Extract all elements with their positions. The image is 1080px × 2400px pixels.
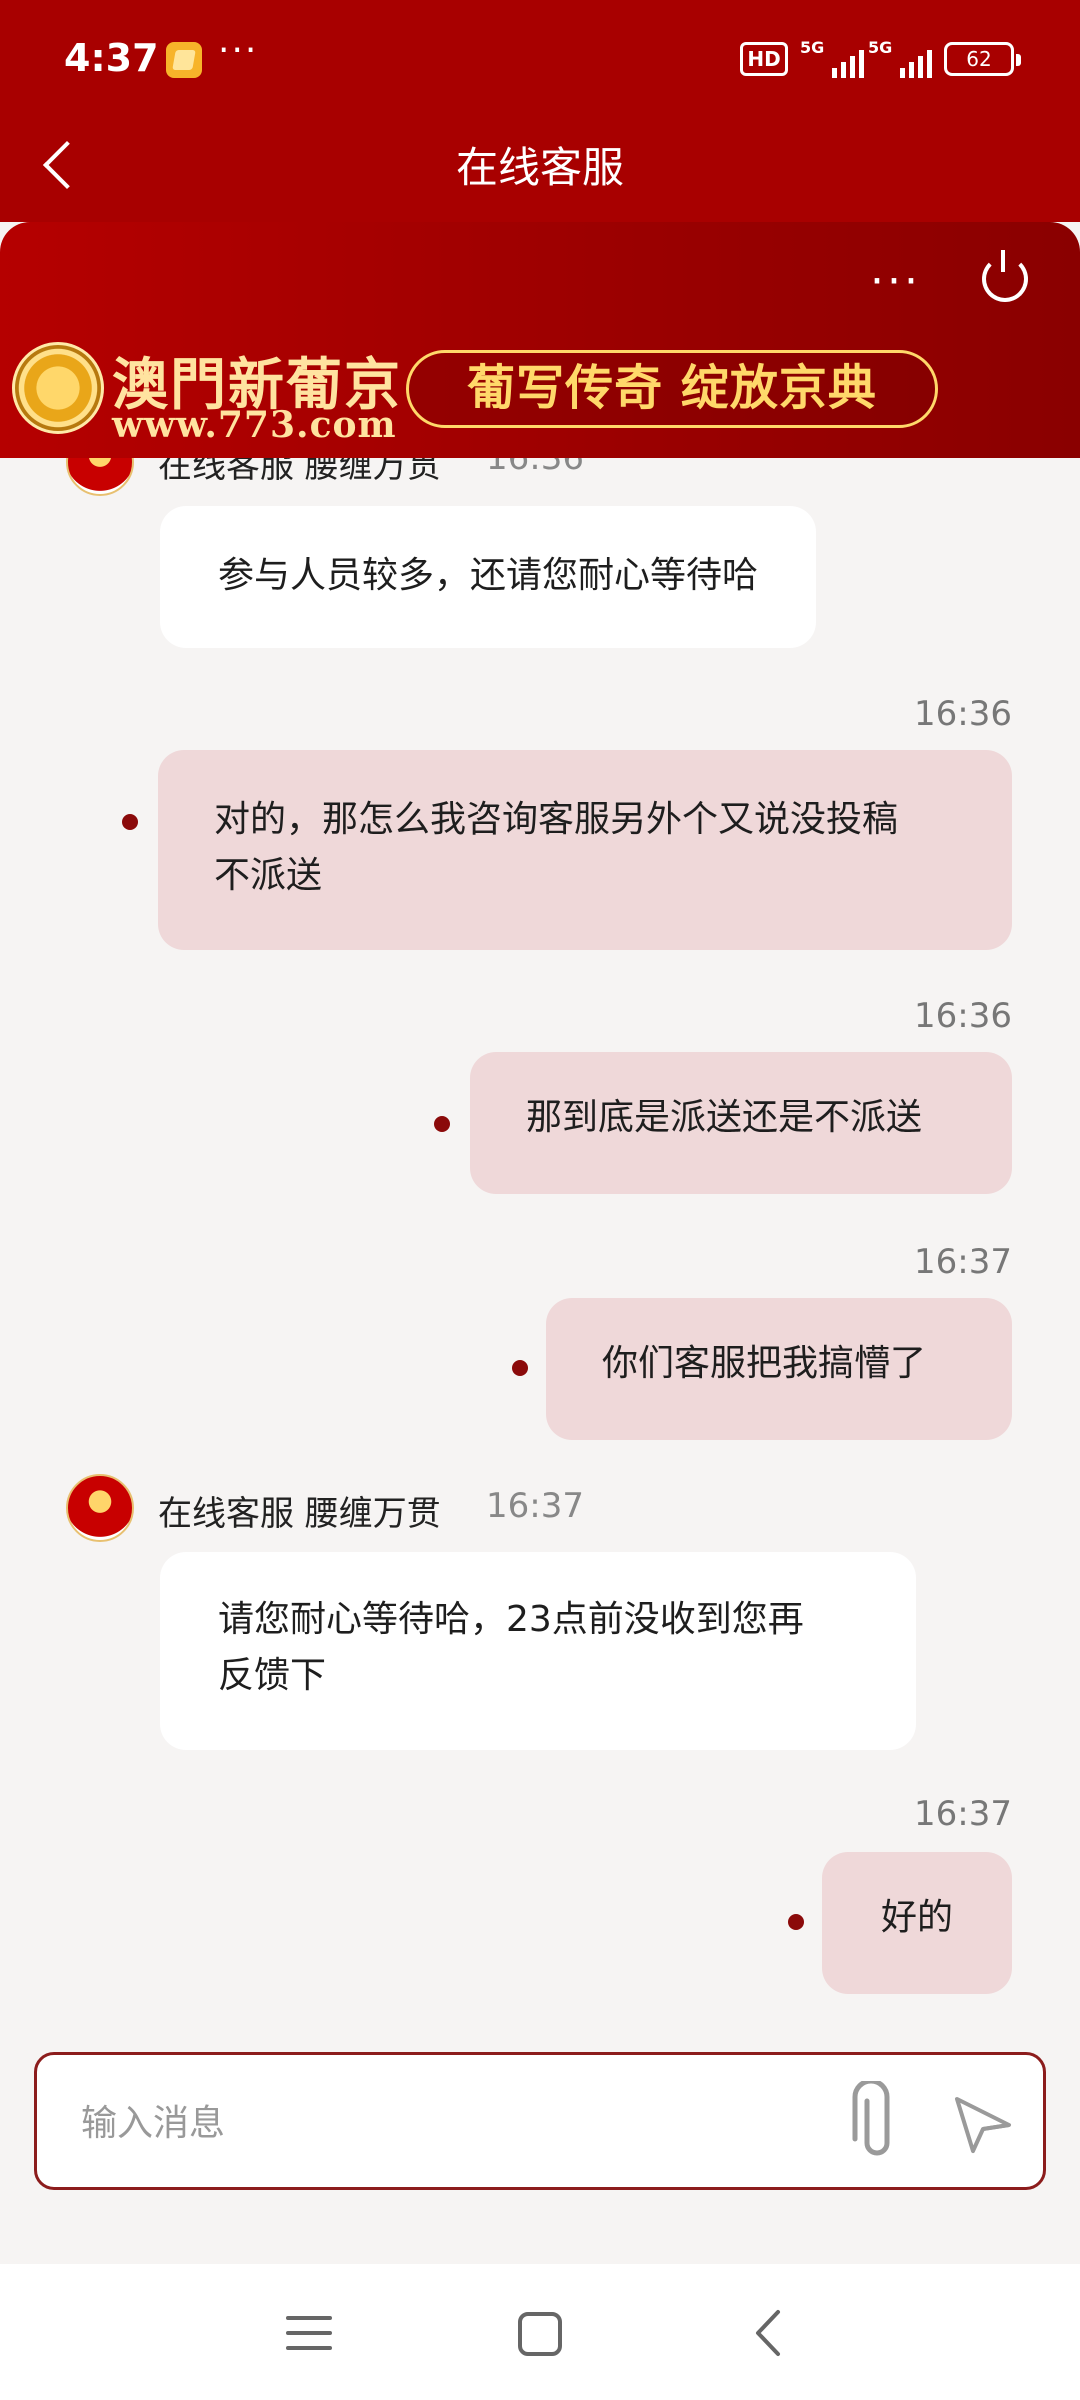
signal-5g-icon: 5G (868, 38, 932, 78)
message-text: 好的 (880, 1897, 953, 1938)
message-time: 16:37 (486, 1486, 584, 1526)
message-text: 你们客服把我搞懵了 (602, 1343, 927, 1384)
signal-label: 5G (868, 38, 893, 57)
message-composer (34, 2052, 1046, 2190)
message-text: 不派送 (214, 855, 323, 896)
message-text: 参与人员较多，还请您耐心等待哈 (218, 555, 759, 596)
signal-5g-icon: 5G (800, 38, 864, 78)
incoming-message: 请您耐心等待哈，23点前没收到您再 反馈下 (160, 1552, 916, 1750)
message-time: 16:36 (486, 458, 584, 478)
hd-voice-icon: HD (740, 42, 788, 76)
read-status-dot (122, 814, 138, 830)
notes-app-icon (166, 42, 202, 78)
agent-avatar (66, 1474, 134, 1542)
app-header: 4:37 ··· HD 5G 5G 62 在线客服 (0, 0, 1080, 222)
incoming-message: 参与人员较多，还请您耐心等待哈 (160, 506, 817, 648)
brand-logo (12, 342, 104, 434)
status-bar: 4:37 ··· HD 5G 5G 62 (0, 0, 1080, 118)
message-time: 16:37 (914, 1242, 1012, 1282)
page-title: 在线客服 (455, 143, 624, 192)
chat-message-list[interactable]: 在线客服 腰缠万贯 16:36 参与人员较多，还请您耐心等待哈 16:36 对的… (0, 458, 1080, 1998)
message-text: 对的，那怎么我咨询客服另外个又说没投稿 (214, 799, 899, 840)
signal-label: 5G (800, 38, 825, 57)
read-status-dot (788, 1914, 804, 1930)
system-nav-bar (0, 2264, 1080, 2400)
outgoing-message: 那到底是派送还是不派送 (470, 1052, 1012, 1194)
power-icon[interactable] (982, 250, 1028, 302)
message-text: 反馈下 (218, 1655, 327, 1696)
paperclip-icon[interactable] (837, 2078, 917, 2165)
send-icon[interactable] (943, 2085, 1021, 2163)
status-time: 4:37 (64, 36, 159, 80)
message-time: 16:36 (914, 996, 1012, 1036)
promo-banner: ··· 澳門新葡京 www.773.com 葡写传奇 绽放京典 (0, 222, 1080, 458)
home-icon[interactable] (512, 2306, 568, 2362)
recent-apps-icon[interactable] (282, 2306, 336, 2360)
brand-slogan: 葡写传奇 绽放京典 (406, 350, 938, 428)
battery-icon: 62 (944, 42, 1021, 76)
message-time: 16:36 (914, 694, 1012, 734)
back-nav-icon[interactable] (740, 2302, 798, 2364)
message-text: 请您耐心等待哈，23点前没收到您再 (218, 1599, 804, 1640)
agent-name: 在线客服 腰缠万贯 (158, 1494, 441, 1534)
message-time: 16:37 (914, 1794, 1012, 1834)
agent-name: 在线客服 腰缠万贯 (158, 458, 441, 486)
read-status-dot (512, 1360, 528, 1376)
agent-avatar (66, 458, 134, 496)
more-notifications-icon: ··· (218, 30, 259, 71)
more-options-icon[interactable]: ··· (870, 260, 921, 304)
outgoing-message: 好的 (822, 1852, 1012, 1994)
brand-url: www.773.com (112, 404, 397, 446)
outgoing-message: 你们客服把我搞懵了 (546, 1298, 1012, 1440)
message-text: 那到底是派送还是不派送 (526, 1097, 923, 1138)
outgoing-message: 对的，那怎么我咨询客服另外个又说没投稿 不派送 (158, 750, 1012, 950)
message-input[interactable] (81, 2085, 821, 2161)
read-status-dot (434, 1116, 450, 1132)
